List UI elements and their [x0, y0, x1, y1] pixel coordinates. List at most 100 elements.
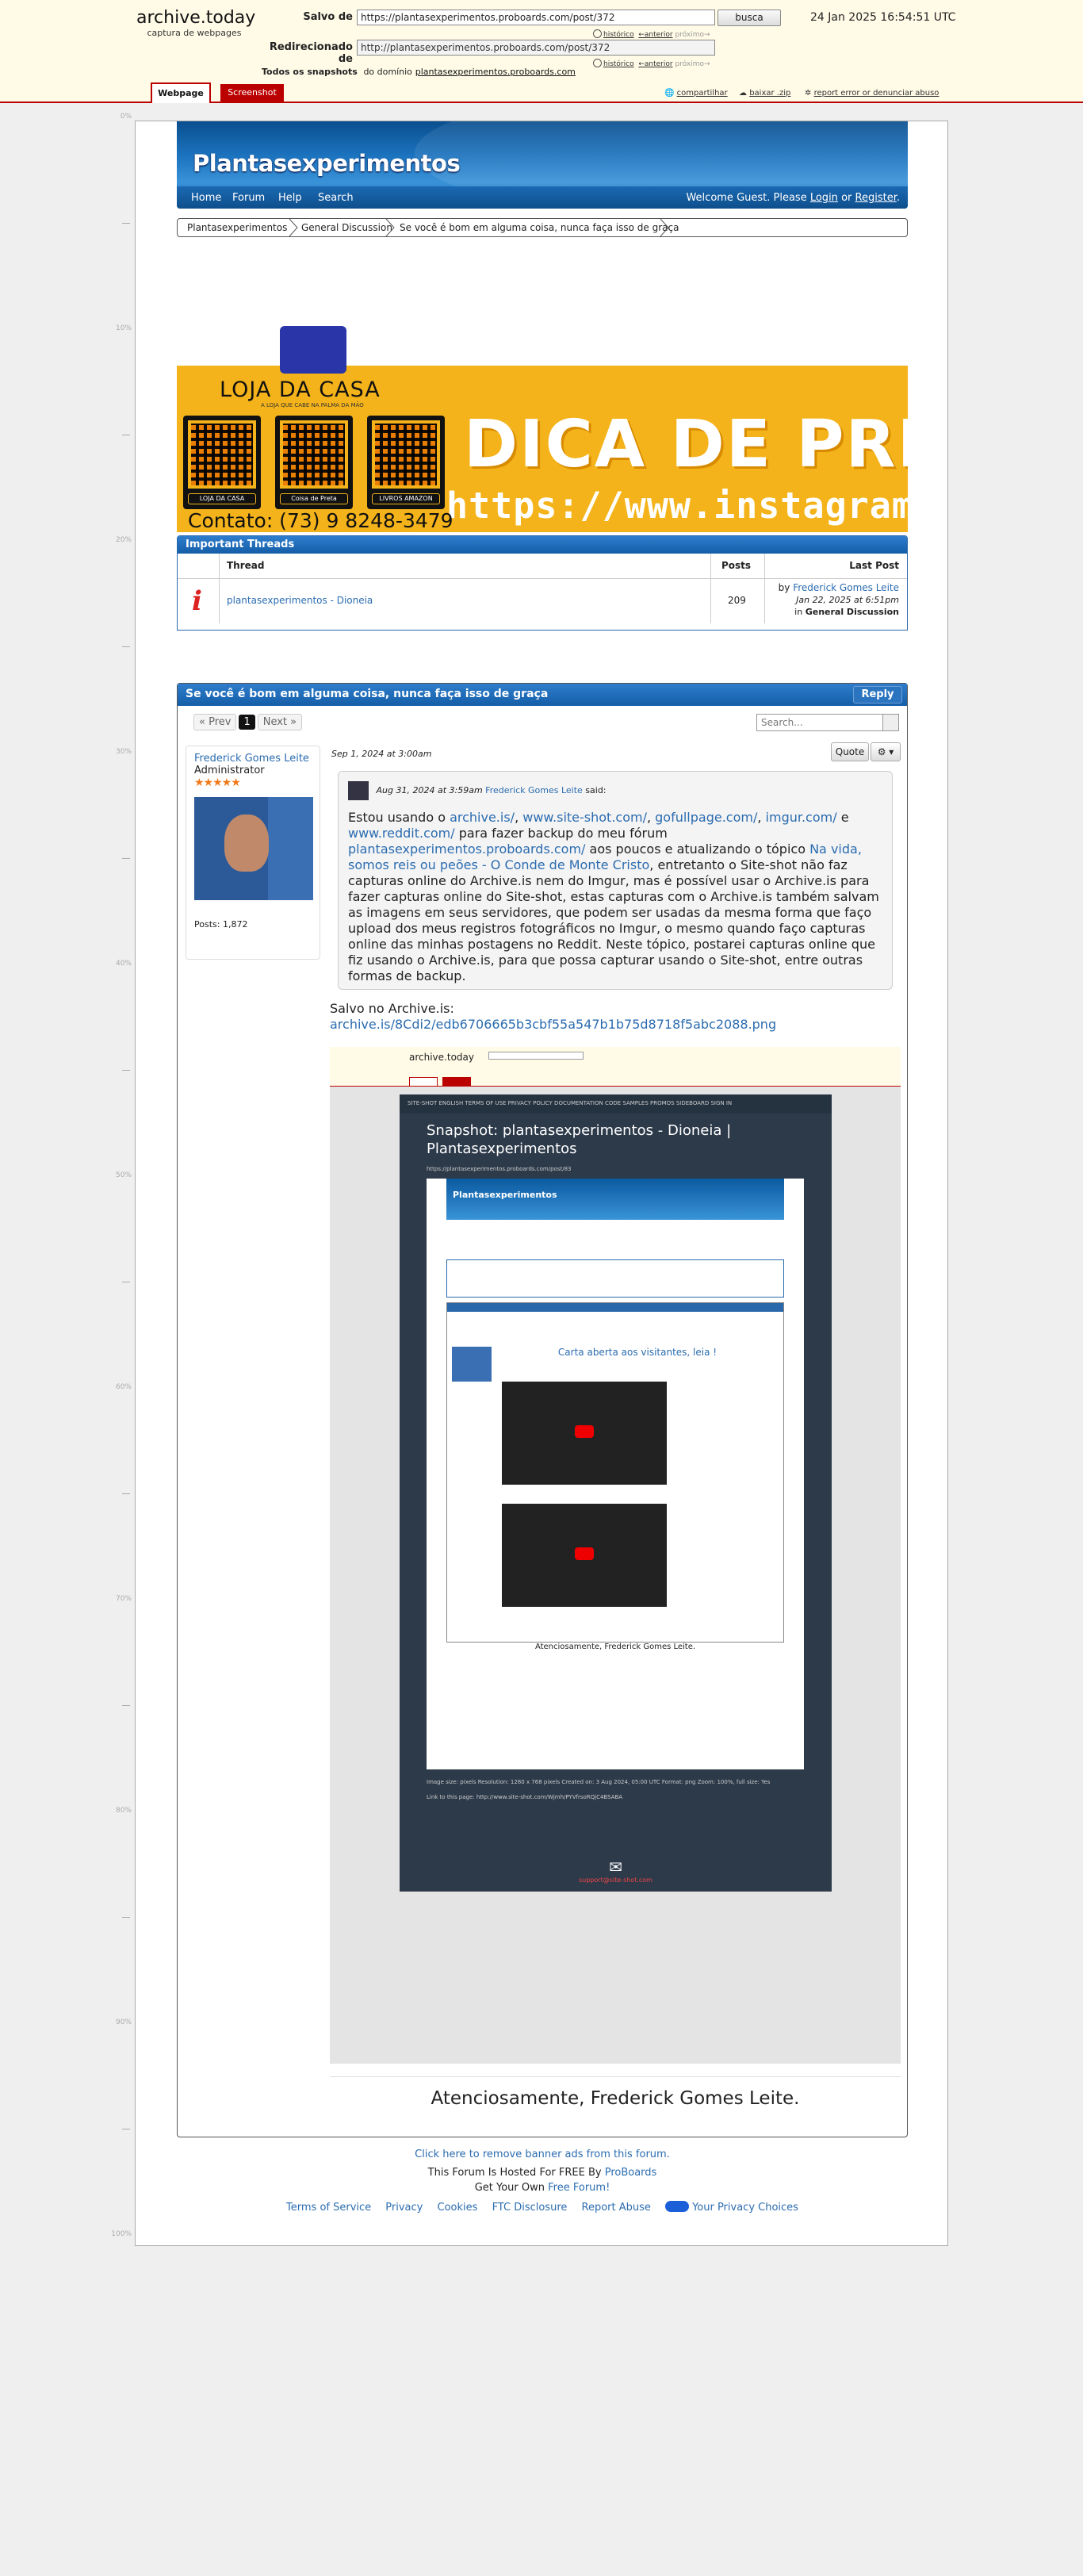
- last-post-author[interactable]: Frederick Gomes Leite: [793, 582, 899, 593]
- link-archive[interactable]: archive.is/: [450, 810, 515, 825]
- history-link[interactable]: histórico: [603, 31, 634, 39]
- saved-archive-link[interactable]: archive.is/8Cdi2/edb6706665b3cbf55a547b1…: [330, 1017, 776, 1033]
- prev-link[interactable]: ←anterior: [638, 31, 672, 39]
- share-link[interactable]: 🌐 compartilhar: [664, 89, 728, 98]
- thread-search-input[interactable]: Search...: [756, 714, 899, 731]
- breadcrumb-chevron-icon: [660, 219, 669, 236]
- banner-brand-sub: A LOJA QUE CABE NA PALMA DA MÃO: [261, 402, 364, 408]
- nav-forum[interactable]: Forum: [232, 192, 265, 204]
- quote-date: Aug 31, 2024 at 3:59am: [376, 785, 483, 795]
- thread-posts: 209: [728, 595, 746, 606]
- terms-link[interactable]: Terms of Service: [286, 2202, 371, 2214]
- snapshots-domain-link[interactable]: plantasexperimentos.proboards.com: [415, 67, 576, 77]
- quote-author[interactable]: Frederick Gomes Leite: [485, 785, 583, 795]
- last-post-board[interactable]: General Discussion: [806, 607, 899, 617]
- redirected-input[interactable]: http://plantasexperimentos.proboards.com…: [357, 40, 715, 56]
- last-post-in: in: [794, 607, 803, 617]
- saved-from-input[interactable]: https://plantasexperimentos.proboards.co…: [357, 10, 715, 25]
- saved-archive: Salvo no Archive.is: archive.is/8Cdi2/ed…: [330, 1001, 776, 1033]
- clock-icon: [593, 59, 602, 67]
- qr-icon: [372, 420, 440, 489]
- quote-meta: Aug 31, 2024 at 3:59am Frederick Gomes L…: [348, 781, 882, 800]
- ruler-label: 40%: [115, 960, 132, 968]
- link-imgur[interactable]: imgur.com/: [766, 810, 837, 825]
- current-page[interactable]: 1: [239, 715, 255, 730]
- welcome-or: or: [841, 192, 852, 204]
- tab-webpage[interactable]: Webpage: [151, 82, 211, 103]
- reply-button[interactable]: Reply: [853, 686, 902, 703]
- prev-page-button[interactable]: « Prev: [193, 714, 237, 730]
- quote-text-5: , entretanto o Site-shot não faz captura…: [348, 857, 879, 983]
- report-link[interactable]: ✲ report error or denunciar abuso: [805, 89, 939, 98]
- archive-logo[interactable]: archive.today captura de webpages: [136, 8, 255, 38]
- ruler-label: 100%: [111, 2230, 132, 2238]
- privacy-choices-label: Your Privacy Choices: [692, 2202, 798, 2214]
- link-gofullpage[interactable]: gofullpage.com/: [655, 810, 757, 825]
- banner-ad[interactable]: LOJA DA CASA A LOJA QUE CABE NA PALMA DA…: [177, 366, 908, 532]
- history-link[interactable]: histórico: [603, 60, 634, 68]
- quote-button[interactable]: Quote: [831, 742, 869, 761]
- thread-link[interactable]: plantasexperimentos - Dioneia: [227, 595, 373, 606]
- tab-screenshot[interactable]: Screenshot: [220, 84, 284, 102]
- quote-text-3: para fazer backup do meu fórum: [458, 826, 668, 841]
- report-abuse-link[interactable]: Report Abuse: [582, 2202, 651, 2214]
- get-own-text: Get Your Own: [474, 2182, 545, 2194]
- ruler-label: 30%: [115, 748, 132, 756]
- search-placeholder: Search...: [761, 717, 803, 728]
- remove-ads-link[interactable]: Click here to remove banner ads from thi…: [415, 2149, 670, 2160]
- nav-help[interactable]: Help: [278, 192, 302, 204]
- breadcrumb-thread[interactable]: Se você é bom em alguma coisa, nunca faç…: [400, 222, 679, 233]
- search-icon[interactable]: [882, 715, 898, 730]
- link-reddit[interactable]: www.reddit.com/: [348, 826, 455, 841]
- site-shot-card-title: Carta aberta aos visitantes, leia !: [557, 1347, 718, 1358]
- download-link[interactable]: ☁ baixar .zip: [739, 89, 790, 98]
- site-shot-nav: SITE-SHOT ENGLISH TERMS OF USE PRIVACY P…: [400, 1094, 832, 1114]
- next-page-button[interactable]: Next »: [257, 714, 303, 730]
- ruler-tick: [122, 1493, 130, 1494]
- ruler-label: 0%: [120, 113, 132, 121]
- register-link[interactable]: Register: [855, 192, 897, 204]
- link-forum[interactable]: plantasexperimentos.proboards.com/: [348, 841, 585, 857]
- nav-home[interactable]: Home: [191, 192, 221, 204]
- cookies-link[interactable]: Cookies: [438, 2202, 478, 2214]
- archive-logo-subtitle: captura de webpages: [147, 28, 242, 38]
- avatar[interactable]: [194, 797, 313, 900]
- user-name[interactable]: Frederick Gomes Leite: [194, 753, 312, 765]
- important-icon: i: [192, 585, 202, 617]
- col-last-post: Last Post: [849, 560, 899, 571]
- ftc-link[interactable]: FTC Disclosure: [492, 2202, 568, 2214]
- capture-date: 24 Jan 2025 16:54:51 UTC: [810, 11, 956, 24]
- privacy-choices-link[interactable]: Your Privacy Choices: [665, 2201, 798, 2214]
- report-label: report error or denunciar abuso: [813, 89, 939, 98]
- all-snapshots: Todos os snapshots do domínio plantasexp…: [262, 67, 576, 77]
- site-shot-link: Link to this page: http://www.site-shot.…: [427, 1794, 623, 1800]
- ruler-tick: [122, 223, 130, 224]
- nav-search[interactable]: Search: [318, 192, 354, 204]
- forum-title[interactable]: Plantasexperimentos: [193, 150, 461, 177]
- footer-links: Terms of Service Privacy Cookies FTC Dis…: [177, 2200, 908, 2215]
- forum-nav: Home Forum Help Search Welcome Guest. Pl…: [177, 186, 908, 209]
- proboards-link[interactable]: ProBoards: [605, 2167, 657, 2179]
- ruler-tick: [122, 858, 130, 859]
- thread-title-bar: Se você é bom em alguma coisa, nunca faç…: [178, 684, 907, 706]
- thread-container: Se você é bom em alguma coisa, nunca faç…: [177, 683, 908, 2137]
- breadcrumb-board[interactable]: General Discussion: [301, 222, 392, 233]
- privacy-link[interactable]: Privacy: [385, 2202, 423, 2214]
- last-post-date[interactable]: Jan 22, 2025 at 6:51pm: [796, 595, 899, 605]
- link-site-shot[interactable]: www.site-shot.com/: [522, 810, 647, 825]
- post-date[interactable]: Sep 1, 2024 at 3:00am: [331, 749, 431, 759]
- free-forum-link[interactable]: Free Forum!: [548, 2182, 610, 2194]
- quote-avatar: [348, 781, 369, 800]
- prev-link[interactable]: ←anterior: [638, 60, 672, 68]
- ruler-label: 10%: [115, 324, 132, 332]
- scroll-ruler: 0% 10% 20% 30% 40% 50% 60% 70% 80% 90% 100%: [111, 113, 132, 2243]
- forum: Plantasexperimentos Home Forum Help Sear…: [177, 121, 908, 2214]
- search-button[interactable]: busca: [718, 10, 781, 26]
- breadcrumb-home[interactable]: Plantasexperimentos: [187, 222, 287, 233]
- login-link[interactable]: Login: [810, 192, 838, 204]
- welcome-prefix: Welcome Guest. Please: [686, 192, 807, 204]
- options-gear-icon[interactable]: ⚙ ▾: [871, 742, 901, 761]
- important-threads: Important Threads Thread Posts Last Post…: [177, 535, 908, 631]
- embedded-screenshot[interactable]: archive.today SITE-SHOT ENGLISH TERMS OF…: [330, 1047, 901, 2064]
- qr-code-1: LOJA DA CASA: [183, 416, 261, 509]
